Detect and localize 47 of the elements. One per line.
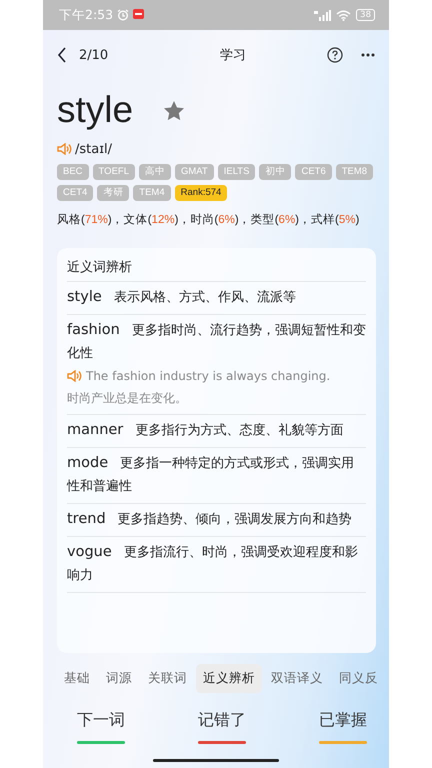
example-translation: 时尚产业总是在变化。 [67, 390, 188, 407]
action-button[interactable]: 记错了 [198, 710, 246, 744]
synonym-entry: fashion 更多指时尚、流行趋势，强调短暂性和变化性 [67, 321, 366, 363]
phonetic: /staɪl/ [75, 142, 112, 156]
star-icon[interactable] [163, 100, 186, 120]
speaker-icon[interactable] [57, 143, 72, 155]
exam-tag: BEC [57, 164, 89, 180]
exam-tag: IELTS [218, 164, 256, 180]
section-tab[interactable]: 双语译义 [264, 664, 330, 692]
section-tab[interactable]: 关联词 [141, 664, 194, 692]
exam-tag: TEM4 [133, 185, 171, 201]
back-icon[interactable] [57, 47, 67, 63]
exam-tag: 考研 [97, 185, 130, 201]
synonym-entry: mode 更多指一种特定的方式或形式，强调实用性和普遍性 [67, 454, 356, 496]
app-notification-icon [133, 9, 144, 19]
exam-tag: GMAT [175, 164, 214, 180]
wifi-icon [336, 10, 352, 20]
rank-badge: Rank:574 [174, 185, 228, 201]
exam-tag: TEM8 [336, 164, 374, 180]
exam-tag: 高中 [139, 164, 171, 180]
synonym-entry: vogue 更多指流行、时尚，强调受欢迎程度和影响力 [67, 543, 359, 585]
section-tab[interactable]: 同义反 [332, 664, 385, 692]
section-tab[interactable]: 基础 [57, 664, 97, 692]
help-icon[interactable] [327, 47, 343, 63]
exam-tag: CET6 [295, 164, 332, 180]
meaning-distribution: 风格(71%)，文体(12%)，时尚(6%)，类型(6%)，式样(5%) [57, 214, 360, 226]
headword: style [57, 89, 134, 131]
section-title: 近义词辨析 [67, 252, 366, 282]
synonym-entry: trend 更多指趋势、倾向，强调发展方向和趋势 [67, 510, 353, 529]
progress-counter: 2/10 [79, 48, 110, 62]
synonym-entry: style 表示风格、方式、作风、流派等 [67, 288, 297, 307]
battery-level: 38 [356, 9, 375, 21]
section-tab[interactable]: 词源 [99, 664, 139, 692]
page-title: 学习 [219, 47, 247, 64]
exam-tag: CET4 [57, 185, 94, 201]
exam-tag: TOEFL [92, 164, 135, 180]
speaker-icon[interactable] [67, 370, 82, 382]
more-icon[interactable] [361, 53, 375, 57]
alarm-clock-icon [117, 9, 130, 21]
action-button[interactable]: 下一词 [77, 710, 125, 744]
synonym-entry: manner 更多指行为方式、态度、礼貌等方面 [67, 421, 344, 440]
exam-tag: 初中 [259, 164, 292, 180]
example-sentence: The fashion industry is always changing. [86, 368, 330, 385]
section-tab[interactable]: 近义辨析 [196, 664, 262, 692]
signal-icon [314, 10, 332, 20]
action-button[interactable]: 已掌握 [319, 710, 367, 744]
status-time: 下午2:53 [59, 6, 114, 24]
